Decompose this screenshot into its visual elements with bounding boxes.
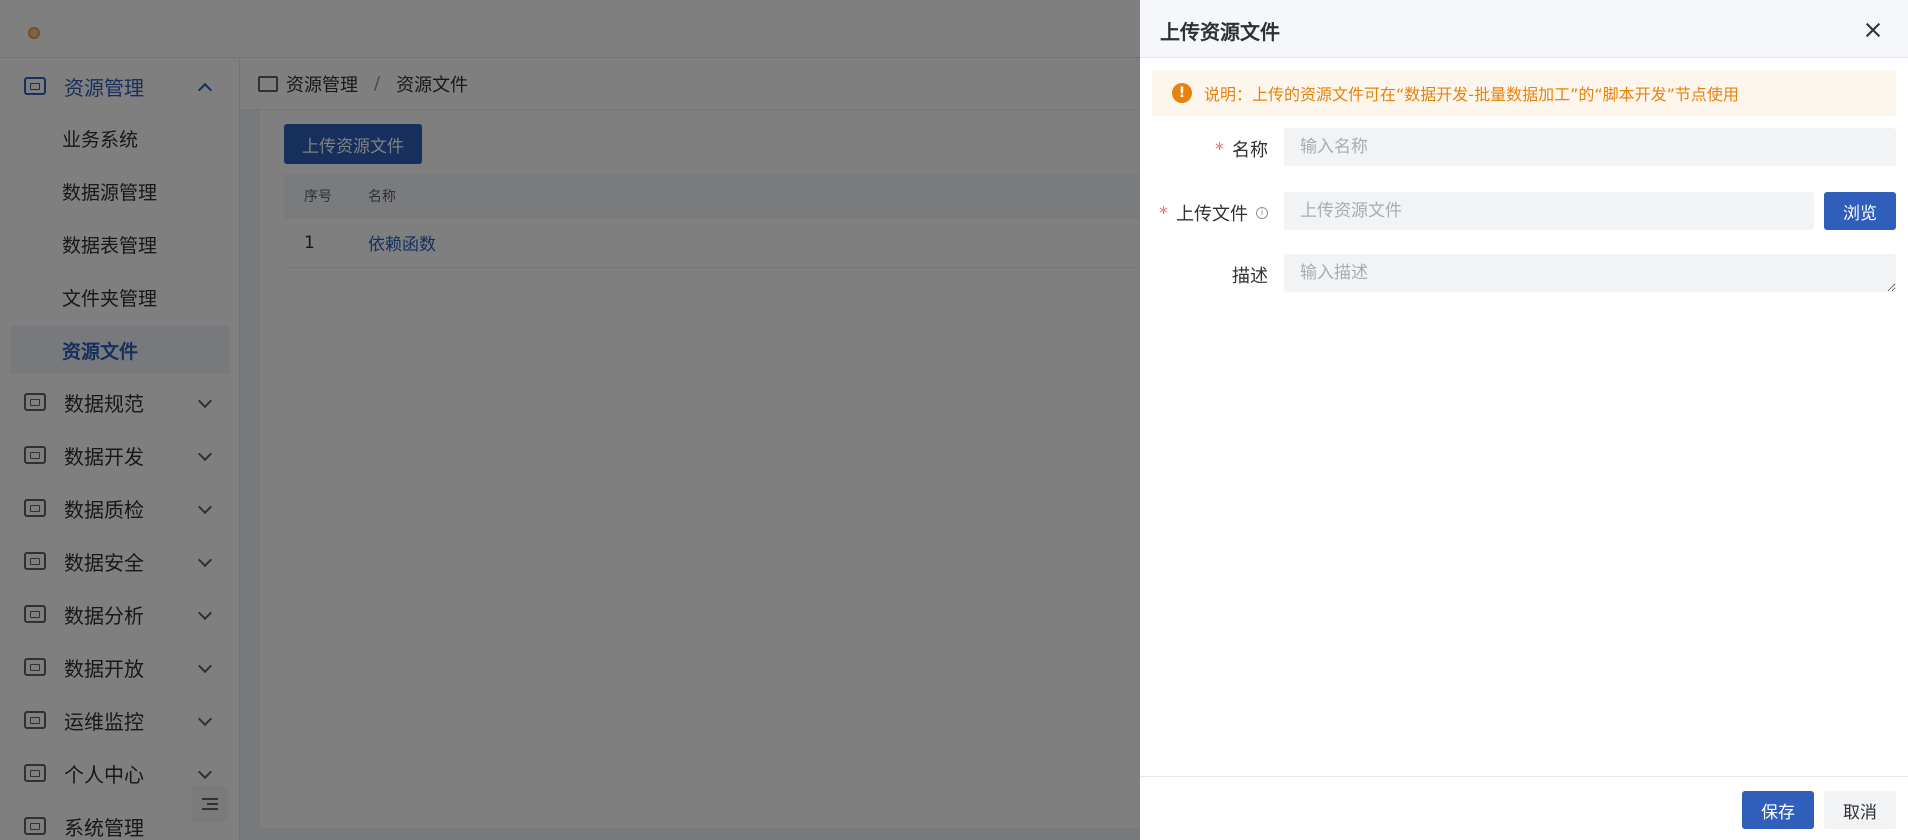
description-label: 描述 (1232, 266, 1268, 287)
drawer-footer: 保存 取消 (1140, 776, 1908, 840)
file-label-text: 上传文件 (1176, 204, 1248, 225)
file-input[interactable] (1284, 192, 1814, 230)
browse-button[interactable]: 浏览 (1824, 192, 1896, 230)
name-label-text: 名称 (1232, 140, 1268, 161)
upload-drawer: 上传资源文件 ! 说明：上传的资源文件可在“数据开发-批量数据加工”的“脚本开发… (1140, 0, 1908, 840)
cancel-button[interactable]: 取消 (1824, 791, 1896, 829)
file-label: * 上传文件 i (1159, 200, 1268, 226)
notice-text: 说明：上传的资源文件可在“数据开发-批量数据加工”的“脚本开发”节点使用 (1204, 85, 1739, 104)
warning-icon: ! (1172, 83, 1192, 103)
name-label: * 名称 (1215, 136, 1268, 162)
drawer-title: 上传资源文件 (1160, 20, 1280, 44)
drawer-header: 上传资源文件 (1140, 0, 1908, 58)
required-mark: * (1215, 138, 1224, 160)
required-mark: * (1159, 202, 1168, 224)
notice-alert: ! 说明：上传的资源文件可在“数据开发-批量数据加工”的“脚本开发”节点使用 (1152, 70, 1896, 116)
info-icon[interactable]: i (1256, 207, 1268, 219)
save-button[interactable]: 保存 (1742, 791, 1814, 829)
name-input[interactable] (1284, 128, 1896, 166)
close-icon[interactable] (1862, 19, 1884, 41)
description-textarea[interactable] (1284, 254, 1896, 292)
